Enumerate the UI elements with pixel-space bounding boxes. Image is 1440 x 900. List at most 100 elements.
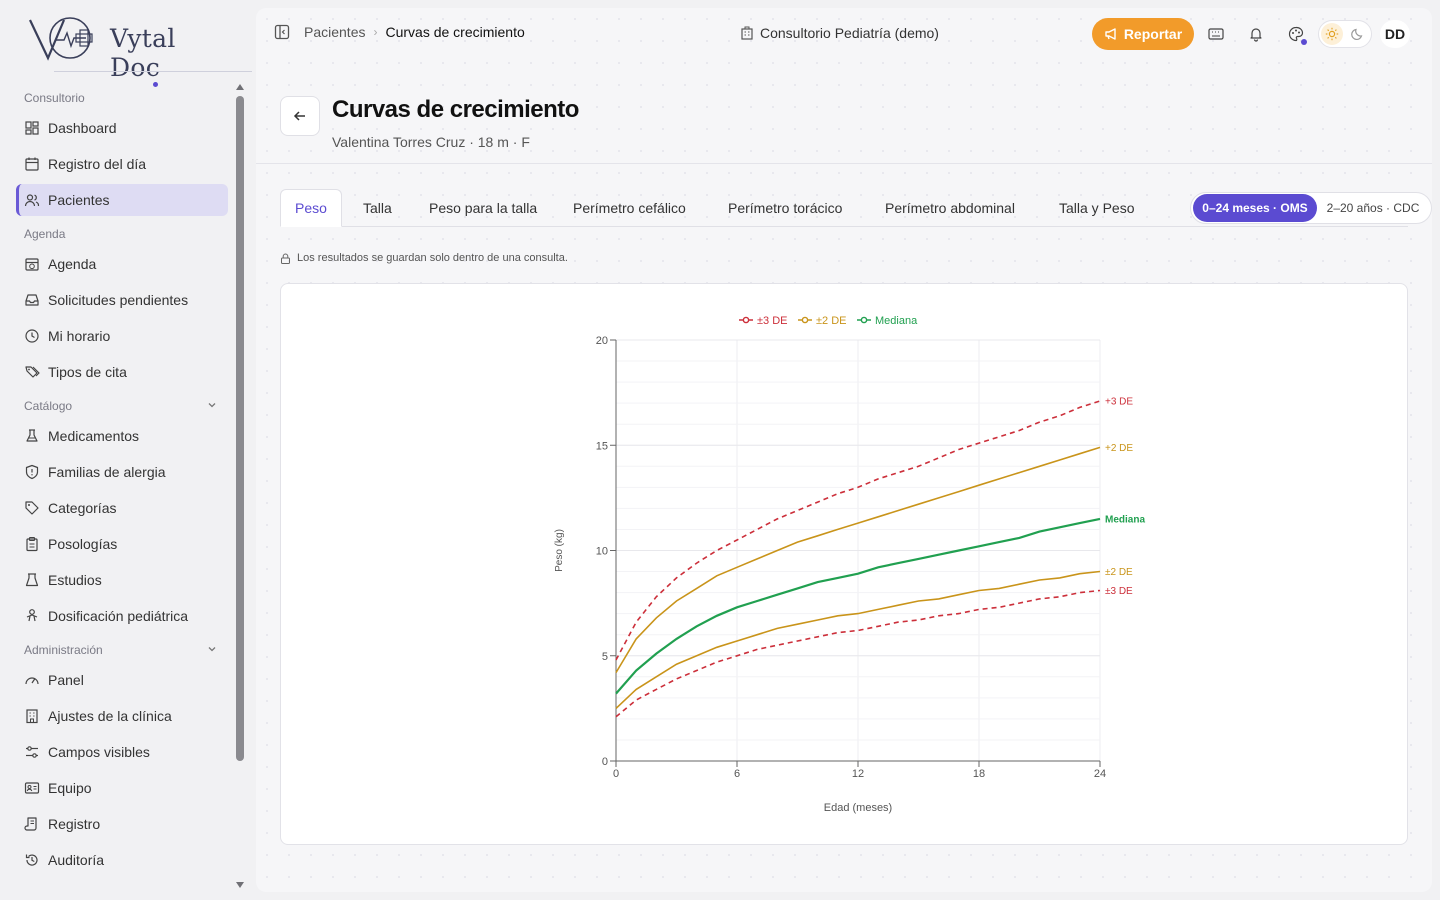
nav-section-catalogo[interactable]: Catálogo — [16, 392, 228, 420]
logo-divider — [54, 71, 252, 72]
clipboard-icon — [24, 536, 40, 552]
sidebar-item-posologias[interactable]: Posologías — [16, 528, 228, 560]
sidebar-item-medicamentos[interactable]: Medicamentos — [16, 420, 228, 452]
topbar: Pacientes › Curvas de crecimiento Consul… — [256, 8, 1432, 60]
y-tick-label: 20 — [596, 335, 608, 347]
scroll-down-arrow-icon[interactable] — [236, 882, 244, 888]
page-header: Curvas de crecimiento Valentina Torres C… — [256, 76, 1432, 164]
breadcrumb-pacientes[interactable]: Pacientes — [304, 24, 365, 40]
sidebar-item-ajustes-de-la-clinica[interactable]: Ajustes de la clínica — [16, 700, 228, 732]
nav-section-label: Consultorio — [24, 91, 85, 105]
tab-talla-y-peso[interactable]: Talla y Peso — [1059, 189, 1134, 227]
range-0-24-oms[interactable]: 0–24 meses · OMS — [1193, 194, 1317, 222]
sidebar-item-label: Equipo — [48, 780, 92, 796]
shield-alert-icon — [24, 464, 40, 480]
calendar-icon — [24, 156, 40, 172]
sidebar-item-estudios[interactable]: Estudios — [16, 564, 228, 596]
palette-indicator-dot — [1301, 39, 1307, 45]
user-avatar[interactable]: DD — [1380, 20, 1410, 48]
sidebar-item-categorias[interactable]: Categorías — [16, 492, 228, 524]
tab-talla[interactable]: Talla — [363, 189, 392, 227]
scroll-thumb[interactable] — [236, 96, 244, 761]
sidebar-item-label: Panel — [48, 672, 84, 688]
moon-icon[interactable] — [1347, 23, 1369, 45]
tab-perimetro-abdominal[interactable]: Perímetro abdominal — [885, 189, 1015, 227]
nav-section-agenda: Agenda — [16, 220, 228, 248]
sidebar-item-registro[interactable]: Registro — [16, 808, 228, 840]
inbox-icon — [24, 292, 40, 308]
sidebar-item-agenda[interactable]: Agenda — [16, 248, 228, 280]
tab-perimetro-cefalico[interactable]: Perímetro cefálico — [573, 189, 686, 227]
gauge-icon — [24, 672, 40, 688]
sidebar-item-dosificacion-pediatrica[interactable]: Dosificación pediátrica — [16, 600, 228, 632]
sidebar-nav: Consultorio Dashboard Registro del día Paci… — [16, 84, 228, 880]
nav-section-label: Catálogo — [24, 399, 73, 413]
scroll-up-arrow-icon[interactable] — [236, 84, 244, 90]
sidebar-item-label: Estudios — [48, 572, 102, 588]
y-tick-label: 15 — [596, 440, 608, 452]
chevron-down-icon[interactable] — [206, 399, 218, 414]
sidebar-item-equipo[interactable]: Equipo — [16, 772, 228, 804]
clock-icon — [24, 328, 40, 344]
y-tick-label: 0 — [602, 756, 608, 768]
back-button[interactable] — [280, 96, 320, 136]
age-range-toggle[interactable]: 0–24 meses · OMS 2–20 años · CDC — [1190, 192, 1432, 224]
x-tick-label: 12 — [852, 768, 864, 780]
sidebar-item-label: Auditoría — [48, 852, 105, 868]
nav-section-administracion[interactable]: Administración — [16, 636, 228, 664]
report-label: Reportar — [1123, 26, 1183, 42]
legend-label-mediana: Mediana — [875, 315, 918, 327]
notice-text: Los resultados se guardan solo dentro de… — [297, 252, 568, 264]
x-tick-label: 0 — [613, 768, 619, 780]
id-card-icon — [24, 780, 40, 796]
sidebar-item-mi-horario[interactable]: Mi horario — [16, 320, 228, 352]
sidebar-item-panel[interactable]: Panel — [16, 664, 228, 696]
legend-label-3-de: ±3 DE — [757, 315, 788, 327]
baby-icon — [24, 608, 40, 624]
tab-peso-para-la-talla[interactable]: Peso para la talla — [429, 189, 537, 227]
sidebar-item-tipos-de-cita[interactable]: Tipos de cita — [16, 356, 228, 388]
x-axis-title: Edad (meses) — [824, 802, 892, 814]
series-end-label: Mediana — [1105, 514, 1145, 525]
sidebar-item-campos-visibles[interactable]: Campos visibles — [16, 736, 228, 768]
sidebar-item-label: Familias de alergia — [48, 464, 166, 480]
arrow-left-icon — [293, 111, 305, 121]
sidebar-item-label: Medicamentos — [48, 428, 140, 444]
main-panel: Pacientes › Curvas de crecimiento Consul… — [256, 8, 1432, 892]
sun-icon[interactable] — [1321, 23, 1343, 45]
sidebar-item-registro-del-dia[interactable]: Registro del día — [16, 148, 228, 180]
sidebar-item-label: Tipos de cita — [48, 364, 127, 380]
growth-chart: 0 6 12 18 24 0 5 10 15 20 Edad (meses) Peso (kg) +3 … — [554, 315, 1145, 814]
sidebar-item-familias-de-alergia[interactable]: Familias de alergia — [16, 456, 228, 488]
range-2-20-cdc[interactable]: 2–20 años · CDC — [1317, 194, 1429, 222]
sidebar-item-pacientes[interactable]: Pacientes — [16, 184, 228, 216]
tab-peso[interactable]: Peso — [280, 189, 342, 227]
sidebar-item-label: Registro del día — [48, 156, 147, 172]
building-icon — [741, 26, 753, 40]
sidebar-item-auditoria[interactable]: Auditoría — [16, 844, 228, 876]
palette-icon[interactable] — [1286, 24, 1307, 45]
sidebar-item-solicitudes-pendientes[interactable]: Solicitudes pendientes — [16, 284, 228, 316]
report-button[interactable]: Reportar — [1092, 18, 1194, 50]
clinic-selector[interactable]: Consultorio Pediatría (demo) — [740, 25, 939, 41]
sidebar-toggle-icon[interactable] — [274, 24, 290, 40]
series-end-label: +3 DE — [1105, 397, 1133, 408]
logo-text: Vytal Doc — [110, 24, 176, 82]
bell-icon[interactable] — [1246, 24, 1266, 44]
breadcrumb: Pacientes › Curvas de crecimiento — [274, 24, 525, 40]
sidebar-item-label: Pacientes — [48, 192, 110, 208]
history-icon — [24, 852, 40, 868]
legend-swatch-marker — [801, 316, 809, 324]
tab-perimetro-toracico[interactable]: Perímetro torácico — [728, 189, 842, 227]
theme-toggle[interactable] — [1318, 20, 1372, 48]
save-notice: Los resultados se guardan solo dentro de… — [280, 252, 568, 264]
sidebar-scrollbar[interactable] — [234, 80, 246, 892]
legend-label-2-de: ±2 DE — [816, 315, 847, 327]
users-icon — [24, 192, 40, 208]
lock-icon — [281, 253, 290, 264]
vytal-doc-logo[interactable]: Vytal Doc — [28, 14, 252, 87]
sidebar-item-dashboard[interactable]: Dashboard — [16, 112, 228, 144]
nav-section-label: Agenda — [24, 227, 66, 241]
keyboard-icon[interactable] — [1206, 24, 1226, 44]
chevron-down-icon[interactable] — [206, 643, 218, 658]
